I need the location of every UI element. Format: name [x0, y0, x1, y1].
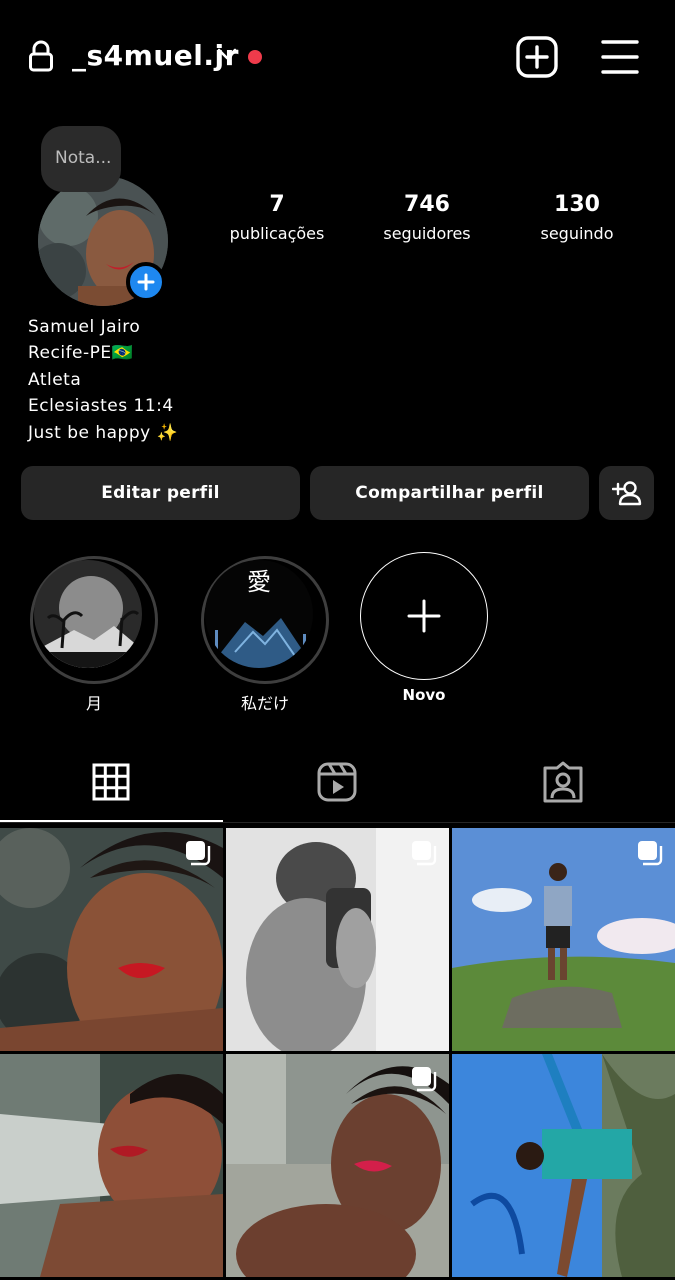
highlight-cover-text: 愛	[247, 568, 271, 596]
highlight-label: 私だけ	[240, 694, 289, 713]
post-thumbnail[interactable]	[452, 828, 675, 1051]
multi-post-icon	[186, 841, 211, 866]
chevron-down-icon[interactable]	[216, 46, 238, 62]
new-highlight-button[interactable]: Novo	[360, 552, 488, 704]
stat-following-value: 130	[554, 192, 600, 217]
post-thumbnail[interactable]	[0, 1054, 223, 1277]
tagged-icon[interactable]	[541, 760, 585, 804]
plus-icon	[407, 599, 441, 633]
add-person-icon	[611, 481, 641, 506]
discover-people-button[interactable]	[599, 466, 654, 520]
grid-icon[interactable]	[89, 760, 133, 804]
stat-posts-label: publicações	[229, 224, 325, 243]
stat-following-label: seguindo	[540, 224, 614, 243]
post-thumbnail[interactable]	[0, 828, 223, 1051]
highlight-item[interactable]: 月	[30, 556, 158, 713]
post-image	[452, 1054, 675, 1277]
highlight-item[interactable]: 愛 私だけ	[201, 556, 329, 713]
highlight-ring	[30, 556, 158, 684]
stat-posts-value: 7	[269, 192, 285, 217]
menu-icon[interactable]	[600, 38, 640, 76]
notification-dot	[248, 50, 262, 64]
share-profile-button[interactable]: Compartilhar perfil	[310, 466, 589, 520]
new-highlight-circle	[360, 552, 488, 680]
bio-name: Samuel Jairo	[28, 317, 141, 337]
multi-post-icon	[412, 841, 437, 866]
multi-post-icon	[412, 1067, 437, 1092]
highlight-cover	[34, 560, 142, 668]
post-thumbnail[interactable]	[226, 1054, 449, 1277]
create-post-icon[interactable]	[516, 36, 558, 78]
add-story-button[interactable]	[126, 262, 166, 302]
bio-line: Eclesiastes 11:4	[28, 396, 174, 416]
plus-icon	[137, 273, 155, 291]
highlight-label: 月	[85, 694, 102, 713]
multi-post-icon	[638, 841, 663, 866]
post-thumbnail[interactable]	[226, 828, 449, 1051]
post-image	[0, 1054, 223, 1277]
bio-line: Atleta	[28, 370, 82, 390]
highlight-label: Novo	[402, 686, 446, 704]
stat-followers-label: seguidores	[383, 224, 471, 243]
stat-followers-value: 746	[404, 192, 450, 217]
stat-posts[interactable]: 7 publicações	[212, 190, 342, 246]
edit-profile-button[interactable]: Editar perfil	[21, 466, 300, 520]
reels-icon[interactable]	[315, 760, 359, 804]
note-placeholder: Nota...	[55, 148, 112, 168]
lock-icon	[29, 40, 53, 72]
note-bubble[interactable]: Nota...	[41, 126, 121, 192]
post-thumbnail[interactable]	[452, 1054, 675, 1277]
username[interactable]: _s4muel.jr	[72, 36, 239, 76]
bio-line: Recife-PE🇧🇷	[28, 343, 134, 363]
stat-following[interactable]: 130 seguindo	[512, 190, 642, 246]
bio-line: Just be happy ✨	[28, 423, 179, 443]
divider	[0, 822, 675, 823]
stat-followers[interactable]: 746 seguidores	[362, 190, 492, 246]
